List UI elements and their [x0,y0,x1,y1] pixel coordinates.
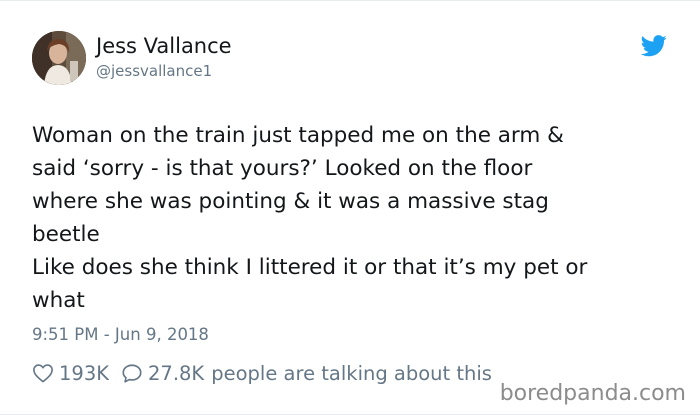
talking-about-label[interactable]: people are talking about this [211,362,492,385]
tweet-text-line: said ‘sorry - is that yours?’ Looked on … [32,156,533,181]
author-handle[interactable]: @jessvallance1 [96,61,212,81]
speech-bubble-icon[interactable] [121,363,143,384]
twitter-bird-icon[interactable] [640,35,667,57]
tweet-text-line: Like does she think I littered it or tha… [32,255,588,280]
tweet-text-line: what [32,288,85,313]
tweet-text-line: where she was pointing & it was a massiv… [32,189,549,214]
reply-count: 27.8K [148,361,205,385]
like-count: 193K [59,361,110,385]
tweet-text: Woman on the train just tapped me on the… [32,119,672,317]
tweet-card: Jess Vallance @jessvallance1 Woman on th… [0,0,700,415]
avatar-photo [32,31,86,85]
heart-icon[interactable] [32,363,54,383]
tweet-timestamp[interactable]: 9:51 PM - Jun 9, 2018 [32,323,209,347]
tweet-text-line: beetle [32,222,100,247]
tweet-text-line: Woman on the train just tapped me on the… [32,123,564,148]
tweet-actions: 193K 27.8K people are talking about this [32,359,492,387]
avatar[interactable] [32,31,86,85]
author-name[interactable]: Jess Vallance [96,33,232,59]
watermark: boredpanda.com [495,379,686,409]
